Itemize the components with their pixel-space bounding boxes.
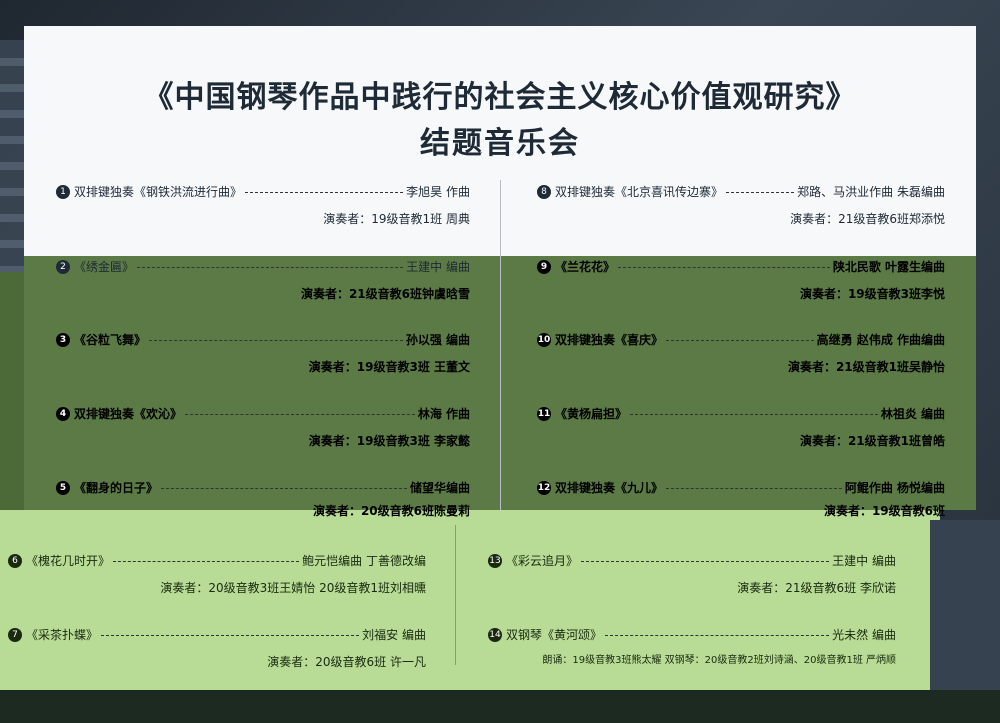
- program-item: 6 《槐花几时开》 鲍元恺编曲 丁善德改编 演奏者：20级音教3班王婧怡 20级音教…: [8, 552, 426, 596]
- program-item: 14 双钢琴《黄河颂》 光未然 编曲 朗诵：19级音教3班熊太耀 双钢琴：20级音教…: [488, 626, 896, 666]
- item-number: 14: [488, 627, 502, 642]
- credit: 阿鲲作曲 杨悦编曲: [844, 481, 945, 495]
- program-item: 4 双排键独奏《欢沁》 林海 作曲 演奏者：19级音教3班 李家懿: [56, 405, 470, 449]
- credit: 高继勇 赵伟成 作曲编曲: [816, 333, 945, 347]
- credit: 孙以强 编曲: [405, 333, 470, 347]
- item-number: 8: [537, 184, 551, 199]
- piece-title: 双排键独奏《钢铁洪流进行曲》: [74, 185, 243, 199]
- program-subtitle: 结题音乐会: [420, 126, 580, 161]
- item-number: 9: [537, 259, 551, 274]
- piece-title: 《彩云追月》: [506, 554, 579, 568]
- item-number: 10: [537, 332, 551, 347]
- credit: 李旭昊 作曲: [406, 185, 470, 199]
- program-item: 12 双排键独奏《九儿》 阿鲲作曲 杨悦编曲 演奏者：19级音教6班: [537, 479, 945, 519]
- glitch-band-left: [0, 272, 24, 510]
- item-number: 2: [56, 259, 70, 274]
- item-number: 1: [56, 184, 70, 199]
- item-number: 5: [56, 480, 70, 495]
- program-title: 《中国钢琴作品中践行的社会主义核心价值观研究》: [143, 80, 857, 115]
- credit: 储望华编曲: [409, 481, 470, 495]
- program-item: 7 《采茶扑蝶》 刘福安 编曲 演奏者：20级音教6班 许一凡: [8, 626, 426, 670]
- piece-title: 《绣金匾》: [74, 260, 135, 274]
- performer: 演奏者：21级音教6班钟虞晗雪: [300, 287, 470, 301]
- program-item: 10 双排键独奏《喜庆》 高继勇 赵伟成 作曲编曲 演奏者：21级音教1班吴静怡: [537, 331, 945, 375]
- piece-title: 双排键独奏《欢沁》: [74, 407, 183, 421]
- piece-title: 双钢琴《黄河颂》: [506, 628, 603, 642]
- performer: 演奏者：20级音教3班王婧怡 20级音教1班刘相曛: [160, 581, 426, 595]
- performer: 演奏者：21级音教1班曾皓: [799, 434, 945, 448]
- item-number: 11: [537, 406, 551, 421]
- performer: 演奏者：19级音教1班 周典: [323, 212, 470, 226]
- piece-title: 《谷粒飞舞》: [74, 333, 147, 347]
- piece-title: 《采茶扑蝶》: [26, 628, 99, 642]
- performer: 演奏者：19级音教3班 王董文: [308, 360, 470, 374]
- bottom-band: [0, 690, 1000, 723]
- program-item: 11 《黄杨扁担》 林祖炎 编曲 演奏者：21级音教1班曾皓: [537, 405, 945, 449]
- piece-title: 双排键独奏《喜庆》: [555, 333, 664, 347]
- program-item: 1 双排键独奏《钢铁洪流进行曲》 李旭昊 作曲 演奏者：19级音教1班 周典: [56, 183, 470, 227]
- program-item: 3 《谷粒飞舞》 孙以强 编曲 演奏者：19级音教3班 王董文: [56, 331, 470, 375]
- piece-title: 双排键独奏《九儿》: [555, 481, 664, 495]
- credit: 陕北民歌 叶露生编曲: [832, 260, 945, 274]
- performer: 演奏者：21级音教1班吴静怡: [787, 360, 945, 374]
- performer: 演奏者：20级音教6班陈曼莉: [312, 504, 470, 518]
- credit: 王建中 编曲: [406, 260, 470, 274]
- performer: 朗诵：19级音教3班熊太耀 双钢琴：20级音教2班刘诗涵、20级音教1班 严炳顺: [542, 655, 896, 666]
- credit: 林海 作曲: [417, 407, 470, 421]
- credit: 王建中 编曲: [832, 554, 896, 568]
- program-item: 5 《翻身的日子》 储望华编曲 演奏者：20级音教6班陈曼莉: [56, 479, 470, 519]
- performer: 演奏者：19级音教3班李悦: [799, 287, 945, 301]
- program-item: 13 《彩云追月》 王建中 编曲 演奏者：21级音教6班 李欣诺: [488, 552, 896, 596]
- program-item: 2 《绣金匾》 王建中 编曲 演奏者：21级音教6班钟虞晗雪: [56, 258, 470, 302]
- item-number: 6: [8, 553, 22, 568]
- column-divider-lower: [455, 525, 456, 665]
- item-number: 4: [56, 406, 70, 421]
- column-divider: [500, 180, 501, 510]
- piece-title: 《槐花几时开》: [26, 554, 111, 568]
- performer: 演奏者：19级音教3班 李家懿: [308, 434, 470, 448]
- item-number: 7: [8, 627, 22, 642]
- program-item: 9 《兰花花》 陕北民歌 叶露生编曲 演奏者：19级音教3班李悦: [537, 258, 945, 302]
- item-number: 3: [56, 332, 70, 347]
- performer: 演奏者：21级音教6班 李欣诺: [737, 581, 896, 595]
- credit: 光未然 编曲: [832, 628, 896, 642]
- performer: 演奏者：21级音教6班郑添悦: [790, 212, 945, 226]
- piece-title: 《黄杨扁担》: [555, 407, 628, 421]
- piece-title: 《兰花花》: [555, 260, 616, 274]
- performer: 演奏者：19级音教6班: [823, 504, 945, 518]
- performer: 演奏者：20级音教6班 许一凡: [267, 655, 426, 669]
- item-number: 13: [488, 553, 502, 568]
- piece-title: 双排键独奏《北京喜讯传边寨》: [555, 185, 724, 199]
- credit: 鲍元恺编曲 丁善德改编: [302, 554, 426, 568]
- credit: 林祖炎 编曲: [880, 407, 945, 421]
- program-item: 8 双排键独奏《北京喜讯传边寨》 郑路、马洪业作曲 朱磊编曲 演奏者：21级音教6班…: [537, 183, 945, 227]
- credit: 郑路、马洪业作曲 朱磊编曲: [797, 185, 945, 199]
- item-number: 12: [537, 480, 551, 495]
- piece-title: 《翻身的日子》: [74, 481, 159, 495]
- credit: 刘福安 编曲: [362, 628, 426, 642]
